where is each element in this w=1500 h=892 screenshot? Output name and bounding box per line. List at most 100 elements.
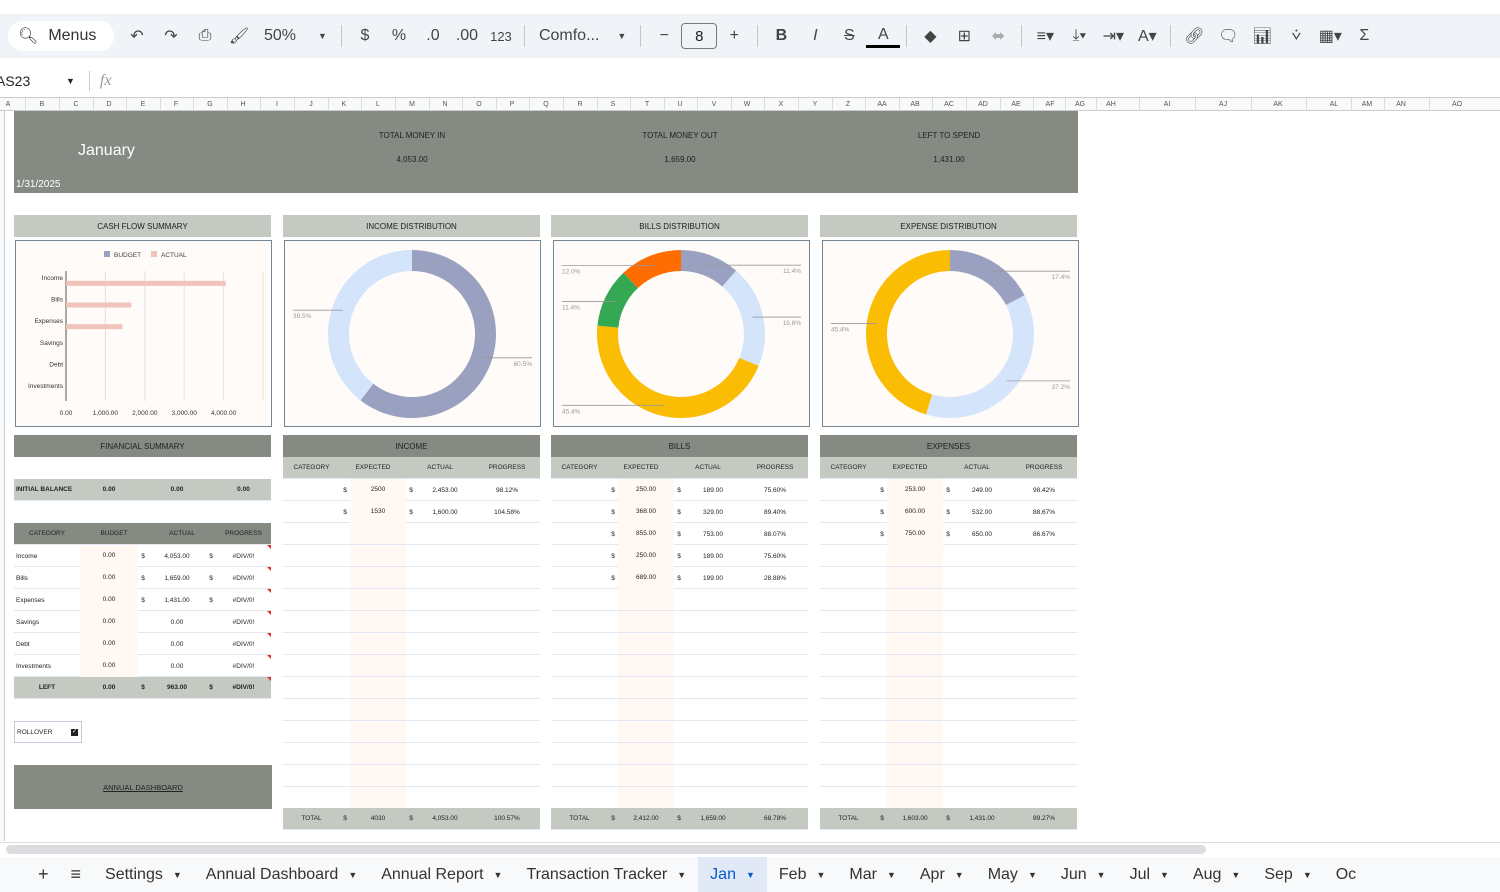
cell[interactable] [887,633,943,654]
sheet-tab-settings[interactable]: Settings ▼ [93,857,194,892]
column-divider[interactable] [395,98,396,111]
column-header-AG[interactable]: AG [1075,98,1085,111]
cell[interactable]: #DIV/0! [216,663,271,670]
cell[interactable]: 189.00 [684,487,742,494]
cell[interactable] [618,743,674,764]
cell[interactable]: $ [608,575,618,582]
column-header-AJ[interactable]: AJ [1219,98,1227,111]
column-divider[interactable] [260,98,261,111]
cell[interactable]: $ [877,487,887,494]
cell[interactable]: 0.00 [148,619,206,626]
percent-button[interactable]: % [382,21,416,51]
column-header-P[interactable]: P [510,98,515,111]
expense-distribution-chart[interactable]: 17.4% 37.2% 45.4% [822,240,1079,427]
chevron-down-icon[interactable]: ▼ [1303,870,1312,880]
cell[interactable]: $ [206,553,216,560]
cell[interactable]: #DIV/0! [216,553,271,560]
text-color-icon[interactable]: A [866,24,901,48]
font-size-input[interactable]: 8 [681,23,718,49]
column-header-C[interactable]: C [73,98,78,111]
column-header-V[interactable]: V [712,98,717,111]
column-header-N[interactable]: N [442,98,447,111]
cell[interactable]: INITIAL BALANCE [14,486,80,493]
column-header-A[interactable]: A [6,98,11,111]
cell[interactable]: 4,053.00 [148,553,206,560]
cell[interactable]: $ [674,531,684,538]
scrollbar-thumb[interactable] [6,845,1206,854]
chevron-down-icon[interactable]: ▼ [955,870,964,880]
cell[interactable] [887,743,943,764]
chevron-down-icon[interactable]: ▼ [677,870,686,880]
cell[interactable]: 1,431.00 [148,597,206,604]
column-header-AK[interactable]: AK [1273,98,1282,111]
column-divider[interactable] [126,98,127,111]
chevron-down-icon[interactable]: ▼ [66,76,75,86]
column-header-AO[interactable]: AO [1452,98,1462,111]
cell[interactable]: $ [943,531,953,538]
cell[interactable] [618,589,674,610]
cell[interactable]: 75.60% [742,553,808,560]
cell[interactable] [350,721,406,742]
column-header-X[interactable]: X [779,98,784,111]
cell[interactable] [350,589,406,610]
annual-dashboard-button[interactable]: ANNUAL DASHBOARD [14,765,272,809]
column-divider[interactable] [1195,98,1196,111]
column-divider[interactable] [1095,98,1097,111]
column-header-AC[interactable]: AC [944,98,954,111]
column-divider[interactable] [495,98,497,111]
rollover-checkbox[interactable]: ✓ [71,728,78,736]
column-header-G[interactable]: G [207,98,212,111]
sheet-tab-transaction-tracker[interactable]: Transaction Tracker ▼ [514,857,698,892]
column-header-L[interactable]: L [376,98,380,111]
paint-format-icon[interactable]: 🖌︎ [222,21,256,51]
cell[interactable] [887,567,943,588]
cell[interactable] [887,765,943,786]
cell[interactable] [618,611,674,632]
chevron-down-icon[interactable]: ▼ [816,870,825,880]
cell[interactable] [350,633,406,654]
cell[interactable]: 329.00 [684,509,742,516]
cell[interactable]: $ [608,487,618,494]
column-header-Y[interactable]: Y [813,98,818,111]
chevron-down-icon[interactable]: ▼ [1028,870,1037,880]
cell[interactable] [350,699,406,720]
strikethrough-icon[interactable]: S [832,21,866,51]
bold-button[interactable]: B [764,21,798,51]
cell[interactable]: $ [877,509,887,516]
column-header-K[interactable]: K [342,98,347,111]
cell[interactable] [618,699,674,720]
cell[interactable]: 4030 [350,815,406,822]
cell[interactable]: 250.00 [618,479,674,501]
number-format-button[interactable]: 123 [484,21,518,51]
font-select[interactable]: Comfo... ▼ [531,21,634,51]
cell[interactable]: 0.00 [80,684,138,691]
cell[interactable]: 98.12% [474,487,540,494]
cell[interactable] [618,721,674,742]
cell[interactable]: 0.00 [148,663,206,670]
column-header-AB[interactable]: AB [910,98,919,111]
cell[interactable] [887,721,943,742]
cell[interactable]: Expenses [14,597,80,604]
cell[interactable]: 75.60% [742,487,808,494]
cell[interactable]: #DIV/0! [216,641,271,648]
sheet-tab-may[interactable]: May ▼ [976,857,1049,892]
cell[interactable]: 0.00 [80,633,138,655]
column-divider[interactable] [462,98,463,111]
name-box[interactable]: AS23 [0,73,66,89]
cell[interactable] [887,787,943,808]
column-divider[interactable] [1350,98,1352,111]
cell[interactable]: 368.00 [618,501,674,523]
column-divider[interactable] [159,98,161,111]
cell[interactable]: 1,659.00 [684,815,742,822]
sheet-tab-jul[interactable]: Jul ▼ [1118,857,1181,892]
cell[interactable]: 0.00 [80,486,138,493]
chevron-down-icon[interactable]: ▼ [494,870,503,880]
cell[interactable]: 0.00 [80,611,138,633]
cell[interactable]: Debt [14,641,80,648]
horizontal-align-icon[interactable]: ≡▾ [1028,21,1062,51]
increase-decimal-button[interactable]: .00 [450,21,484,51]
search-menus[interactable]: 🔍︎ Menus [8,21,114,51]
cell[interactable] [350,567,406,588]
cell[interactable]: $ [608,531,618,538]
formula-input[interactable] [121,71,1500,91]
